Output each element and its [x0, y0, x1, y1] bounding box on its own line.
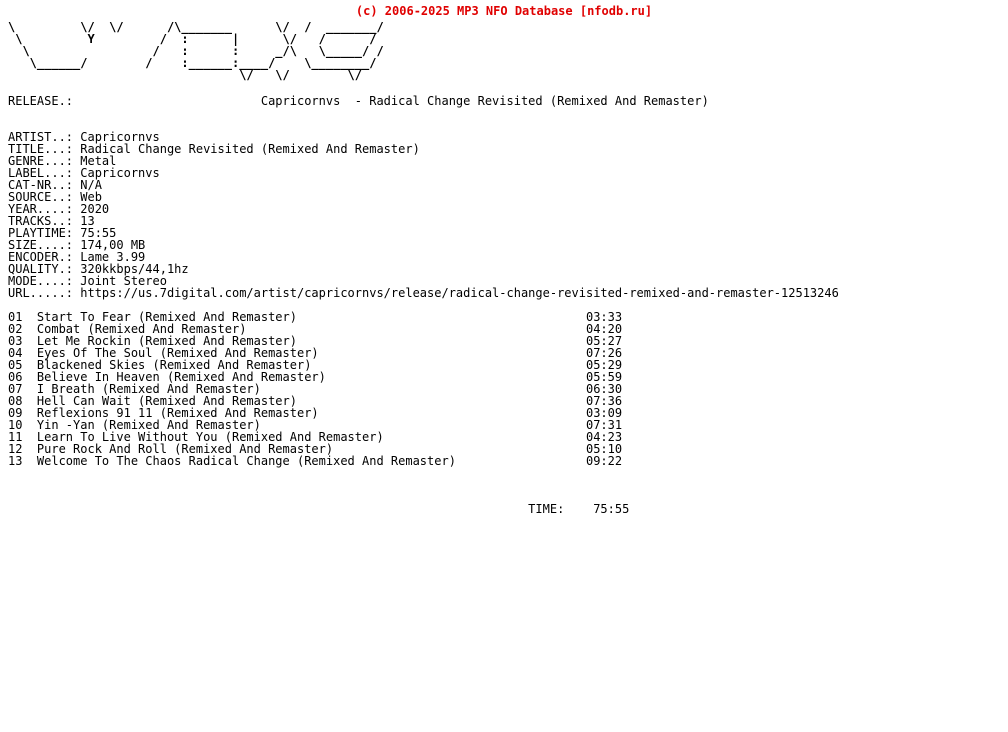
release-header-line: RELEASE.: Capricornvs - Radical Change R… [8, 94, 709, 108]
total-time-line: TIME: 75:55 [8, 502, 630, 516]
copyright-notice: (c) 2006-2025 MP3 NFO Database [nfodb.ru… [355, 4, 653, 18]
top-banner: (c) 2006-2025 MP3 NFO Database [nfodb.ru… [0, 0, 1008, 18]
tracklist-block: 01 Start To Fear (Remixed And Remaster) … [8, 310, 623, 468]
release-info-block: ARTIST..: Capricornvs TITLE...: Radical … [8, 130, 839, 300]
nfo-page: (c) 2006-2025 MP3 NFO Database [nfodb.ru… [0, 0, 1008, 732]
ascii-art-logo: \ \/ \/ /\_______ \/ / _______/ \ Y / : … [8, 20, 384, 82]
